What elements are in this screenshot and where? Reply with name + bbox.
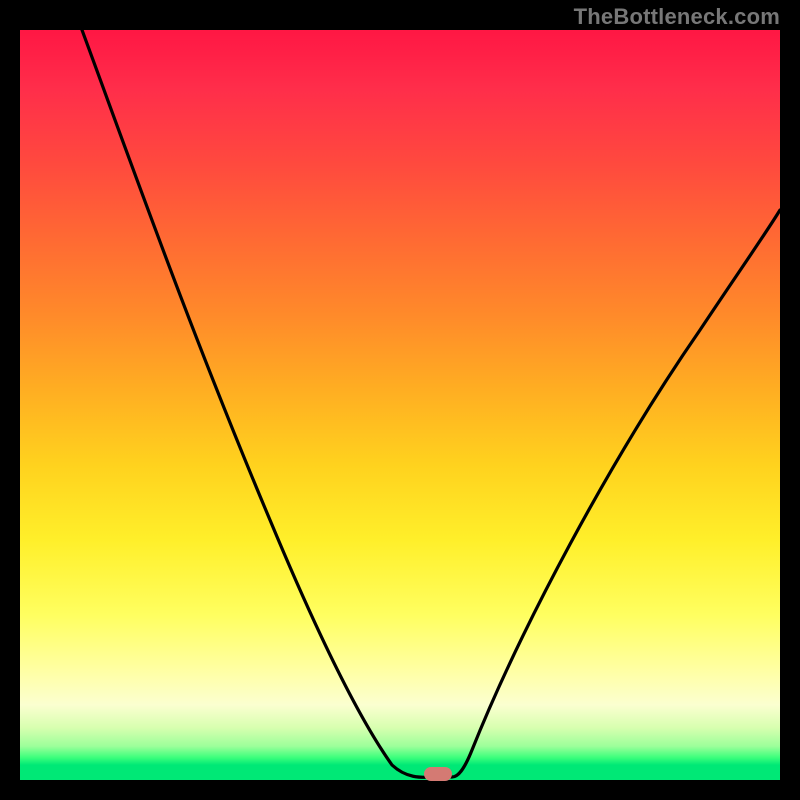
plot-area — [20, 30, 780, 780]
chart-frame: TheBottleneck.com — [0, 0, 800, 800]
curve-path — [82, 30, 780, 777]
bottleneck-curve — [20, 30, 780, 780]
minimum-marker — [424, 767, 452, 781]
watermark-text: TheBottleneck.com — [574, 4, 780, 30]
